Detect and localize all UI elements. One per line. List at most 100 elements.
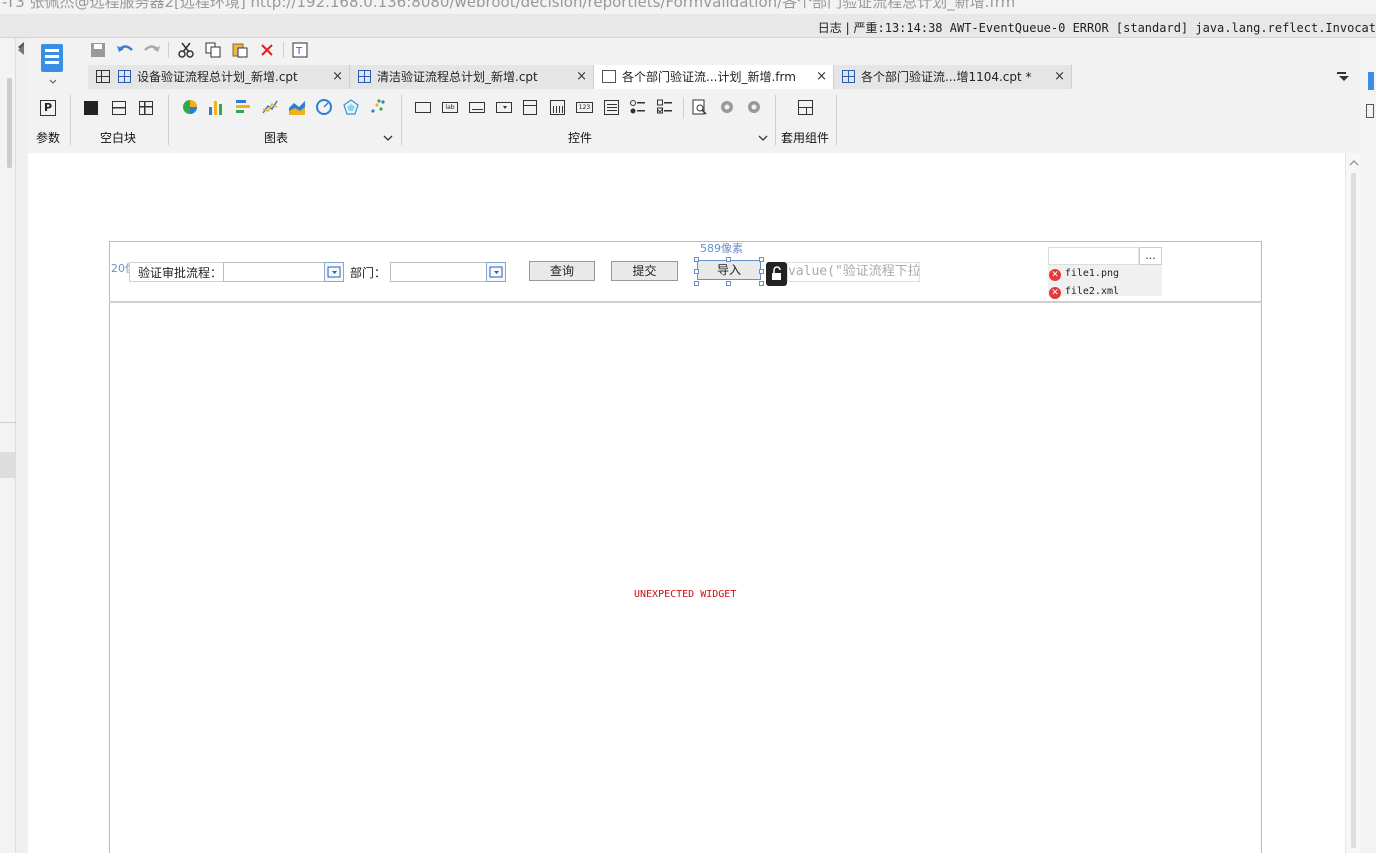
submit-button[interactable]: 提交 (611, 261, 678, 281)
file-preview-widget-icon[interactable] (692, 99, 708, 118)
remove-file-icon[interactable]: ✕ (1049, 287, 1061, 299)
horizontal-bar-chart-icon[interactable] (235, 99, 251, 118)
paste-icon[interactable] (230, 40, 250, 60)
chevron-down-icon[interactable] (383, 131, 393, 145)
side-panel-tab-2[interactable] (1366, 104, 1374, 118)
number-widget-icon[interactable]: 123 (576, 102, 593, 113)
combo-box-widget-icon[interactable] (496, 102, 512, 113)
query-button[interactable]: 查询 (529, 261, 595, 281)
cut-icon[interactable] (176, 40, 196, 60)
text-field-widget-icon[interactable] (469, 102, 485, 113)
flow-dropdown-button[interactable] (324, 262, 344, 282)
line-chart-icon[interactable] (262, 99, 278, 118)
resize-handle[interactable] (759, 257, 764, 262)
file-path-input[interactable] (1048, 247, 1139, 265)
component-template-icon[interactable] (798, 100, 813, 115)
value-hint-field[interactable]: value("验证流程下拉 (787, 262, 920, 282)
area-chart-icon[interactable] (289, 99, 305, 118)
grid-table-icon (96, 70, 110, 83)
right-side-panel[interactable] (1362, 38, 1376, 853)
tab-list-menu-icon[interactable] (1337, 71, 1349, 81)
radar-chart-icon[interactable] (343, 99, 359, 118)
left-scrollbar[interactable] (7, 78, 12, 168)
ribbon-group-blank-block: 空白块 (100, 131, 137, 145)
date-widget-icon[interactable] (550, 100, 565, 115)
department-label: 部门： (350, 266, 387, 280)
scatter-chart-icon[interactable] (370, 99, 386, 118)
tab-layout-icon[interactable] (139, 101, 153, 115)
text-area-widget-icon[interactable] (604, 100, 619, 115)
gauge-chart-icon[interactable] (316, 99, 332, 118)
combo-checkbox-widget-icon[interactable] (523, 100, 537, 115)
collapse-arrow-icon[interactable] (18, 45, 24, 55)
blank-block-icon[interactable] (84, 101, 98, 115)
file-item[interactable]: ✕ file2.xml (1049, 283, 1119, 299)
redo-icon[interactable] (142, 40, 162, 60)
remove-file-icon[interactable]: ✕ (1049, 269, 1061, 281)
form-icon (602, 70, 616, 83)
parameter-icon[interactable]: P (40, 100, 56, 116)
chevron-down-icon[interactable] (758, 131, 768, 145)
department-combo-input[interactable] (390, 262, 487, 282)
log-message[interactable]: 日志 | 严重:13:14:38 AWT-EventQueue-0 ERROR … (818, 19, 1376, 36)
scroll-up-icon[interactable] (1349, 156, 1359, 170)
radio-group-widget-icon[interactable] (630, 99, 646, 118)
copy-icon[interactable] (203, 40, 223, 60)
report-icon (842, 70, 855, 83)
ribbon-separator (683, 97, 684, 119)
left-panel-strip[interactable] (0, 38, 24, 853)
form-body[interactable] (109, 241, 1262, 853)
checkbox-group-widget-icon[interactable] (657, 99, 673, 118)
resize-handle[interactable] (726, 257, 731, 262)
settings-gear-icon[interactable] (746, 99, 762, 118)
tab-close-icon[interactable]: × (1054, 65, 1065, 89)
window-title: -T3 张佩杰@远程服务器2[远程环境] http://192.168.0.13… (0, 0, 1376, 14)
resize-handle[interactable] (694, 269, 699, 274)
tab-cleaning-validation[interactable]: 清洁验证流程总计划_新增.cpt × (350, 65, 594, 89)
ribbon-separator (401, 95, 402, 145)
ribbon-separator (168, 95, 169, 145)
report-icon (358, 70, 371, 83)
import-button[interactable]: 导入 (697, 260, 761, 280)
tab-department-validation-1104[interactable]: 各个部门验证流...增1104.cpt * × (834, 65, 1072, 89)
tab-close-icon[interactable]: × (816, 65, 827, 89)
undo-icon[interactable] (115, 40, 135, 60)
left-panel-block[interactable] (0, 452, 16, 478)
side-panel-tab[interactable] (1368, 72, 1374, 90)
ribbon-separator (775, 95, 776, 145)
flow-combo-input[interactable] (223, 262, 325, 282)
report-icon (118, 70, 131, 83)
resize-handle[interactable] (759, 281, 764, 286)
log-text: 严重:13:14:38 AWT-EventQueue-0 ERROR [stan… (853, 21, 1376, 35)
button-widget-icon[interactable] (415, 102, 431, 113)
designer-menu-icon[interactable] (37, 42, 69, 86)
tab-close-icon[interactable]: × (576, 65, 587, 89)
split-horizontal-icon[interactable] (112, 101, 126, 115)
flow-label: 验证审批流程： (129, 262, 223, 282)
left-panel-divider (0, 422, 16, 423)
resize-handle[interactable] (726, 281, 731, 286)
scrollbar-thumb[interactable] (1351, 173, 1356, 848)
lock-icon[interactable] (766, 262, 787, 286)
tab-device-validation[interactable]: 设备验证流程总计划_新增.cpt × (88, 65, 350, 89)
gear-icon[interactable] (719, 99, 735, 118)
save-icon[interactable] (88, 40, 108, 60)
vertical-scrollbar[interactable] (1345, 153, 1361, 853)
resize-handle[interactable] (694, 281, 699, 286)
tab-label: 设备验证流程总计划_新增.cpt (137, 70, 298, 84)
tab-close-icon[interactable]: × (332, 65, 343, 89)
resize-handle[interactable] (759, 269, 764, 274)
svg-text:T: T (295, 46, 303, 57)
unexpected-widget-message: UNEXPECTED WIDGET (634, 589, 737, 600)
pie-chart-icon[interactable] (182, 99, 198, 118)
browse-button[interactable]: ... (1139, 247, 1162, 265)
preview-format-icon[interactable]: T (290, 40, 310, 60)
delete-icon[interactable] (257, 40, 277, 60)
bar-chart-icon[interactable] (208, 99, 224, 118)
tab-department-validation-frm[interactable]: 各个部门验证流...计划_新增.frm × (594, 65, 834, 89)
file-item[interactable]: ✕ file1.png (1049, 265, 1119, 281)
toolbar-separator (283, 42, 284, 58)
department-dropdown-button[interactable] (486, 262, 506, 282)
label-widget-icon[interactable]: lab (442, 102, 458, 113)
resize-handle[interactable] (694, 257, 699, 262)
